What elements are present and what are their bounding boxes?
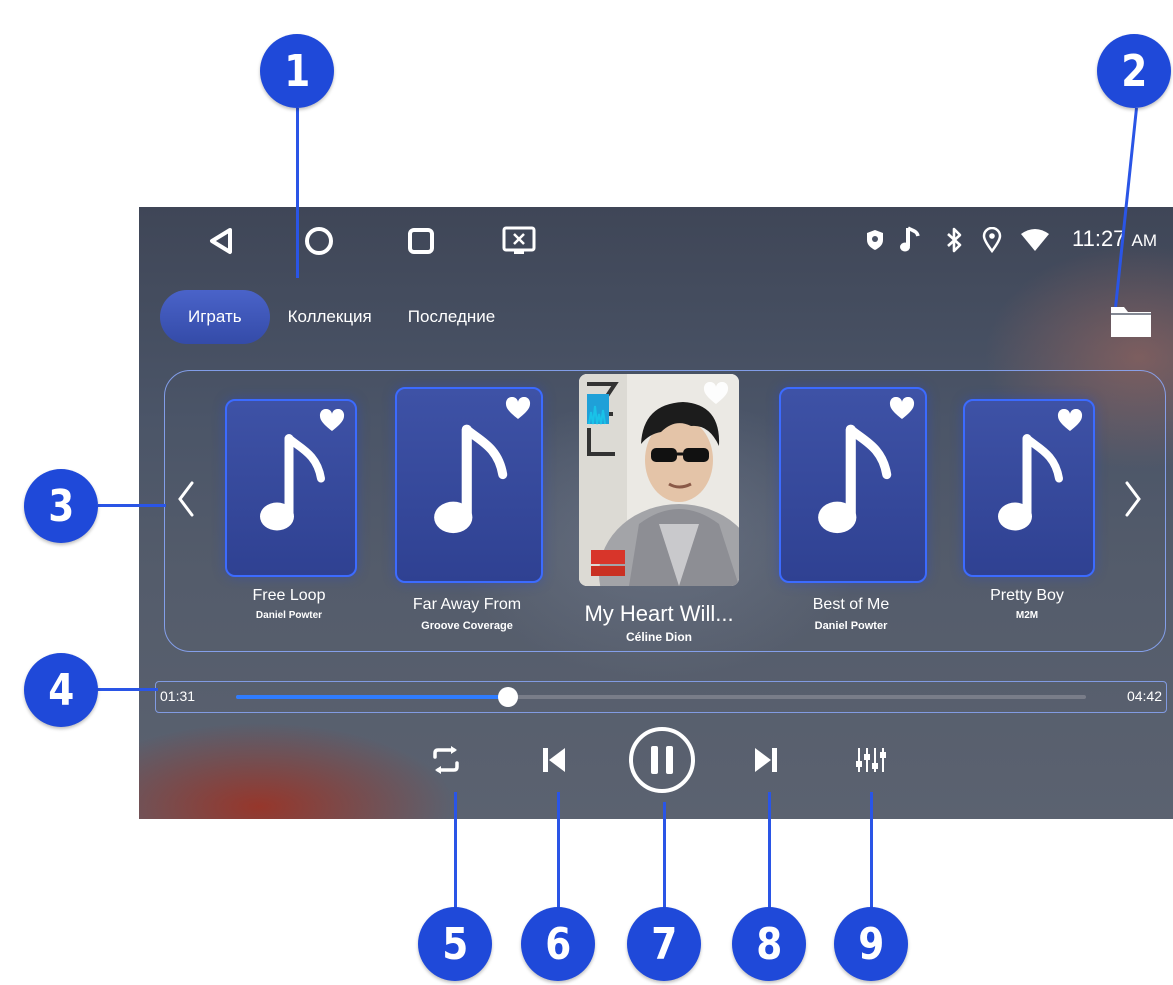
pause-icon[interactable] (626, 724, 698, 796)
callout-5: 5 (418, 907, 492, 981)
leader-line-9 (870, 792, 873, 914)
clock-ampm: AM (1131, 231, 1158, 250)
song-artist: Daniel Powter (255, 610, 323, 621)
equalizer-icon[interactable] (849, 738, 893, 782)
tab-collection[interactable]: Коллекция (270, 290, 390, 344)
song-artist: M2M (1015, 610, 1039, 621)
screen-cast-icon[interactable] (499, 221, 539, 261)
song-card-best-of-me[interactable] (779, 387, 927, 583)
current-song-title: My Heart Will... (584, 601, 734, 626)
shield-icon (862, 227, 888, 253)
leader-line-4 (96, 688, 158, 691)
song-title: Pretty Boy (990, 587, 1064, 604)
callout-2: 2 (1097, 34, 1171, 108)
chevron-right-icon[interactable] (1123, 479, 1143, 519)
leader-line-3 (98, 504, 166, 507)
clock: 11:27 AM (1072, 226, 1157, 252)
callout-9: 9 (834, 907, 908, 981)
song-title: Best of Me (812, 596, 890, 613)
tab-play[interactable]: Играть (160, 290, 270, 344)
song-card-pretty-boy[interactable] (963, 399, 1095, 577)
heart-icon[interactable] (505, 396, 531, 421)
bluetooth-icon (941, 227, 967, 253)
music-note-icon (989, 431, 1069, 546)
tab-recent[interactable]: Последние (390, 290, 513, 344)
song-title: Free Loop (252, 587, 326, 604)
music-note-icon (424, 421, 514, 550)
song-carousel: Free Loop Daniel Powter Far Away From Gr… (164, 370, 1166, 652)
status-bar: 11:27 AM (139, 207, 1173, 271)
leader-line-6 (557, 792, 560, 914)
album-cover-image[interactable] (579, 374, 739, 586)
wifi-icon (1019, 227, 1051, 253)
leader-line-7 (663, 802, 666, 914)
song-title: Far Away From (412, 596, 522, 613)
song-card-far-away-from[interactable] (395, 387, 543, 583)
total-duration: 04:42 (1126, 688, 1162, 704)
callout-3: 3 (24, 469, 98, 543)
song-artist: Groove Coverage (421, 620, 513, 632)
callout-4: 4 (24, 653, 98, 727)
next-track-icon[interactable] (744, 738, 788, 782)
song-card-free-loop[interactable] (225, 399, 357, 577)
music-note-icon (251, 431, 331, 546)
tab-bar: Играть Коллекция Последние (160, 289, 513, 345)
heart-icon[interactable] (703, 381, 729, 406)
chevron-left-icon[interactable] (176, 479, 196, 519)
callout-8: 8 (732, 907, 806, 981)
heart-icon[interactable] (889, 396, 915, 421)
music-player-screen: 11:27 AM Играть Коллекция Последние Free… (139, 207, 1173, 819)
recents-icon[interactable] (401, 221, 441, 261)
home-icon[interactable] (299, 221, 339, 261)
current-song-artist: Céline Dion (625, 630, 692, 644)
heart-icon[interactable] (319, 408, 345, 433)
callout-1: 1 (260, 34, 334, 108)
music-note-icon (808, 421, 898, 550)
seek-knob[interactable] (498, 687, 518, 707)
back-icon[interactable] (201, 221, 241, 261)
leader-line-8 (768, 792, 771, 914)
callout-6: 6 (521, 907, 595, 981)
song-artist: Daniel Powter (814, 620, 888, 632)
seek-bar[interactable] (236, 687, 1086, 707)
music-note-icon (897, 226, 923, 253)
seek-bar-fill (236, 695, 508, 699)
leader-line-1 (296, 108, 299, 278)
callout-7: 7 (627, 907, 701, 981)
previous-track-icon[interactable] (532, 738, 576, 782)
repeat-icon[interactable] (424, 738, 468, 782)
elapsed-time: 01:31 (160, 688, 196, 704)
clock-time: 11:27 (1072, 226, 1126, 251)
progress-bar-container: 01:31 04:42 (155, 681, 1167, 713)
location-icon (979, 227, 1005, 253)
leader-line-5 (454, 792, 457, 914)
heart-icon[interactable] (1057, 408, 1083, 433)
